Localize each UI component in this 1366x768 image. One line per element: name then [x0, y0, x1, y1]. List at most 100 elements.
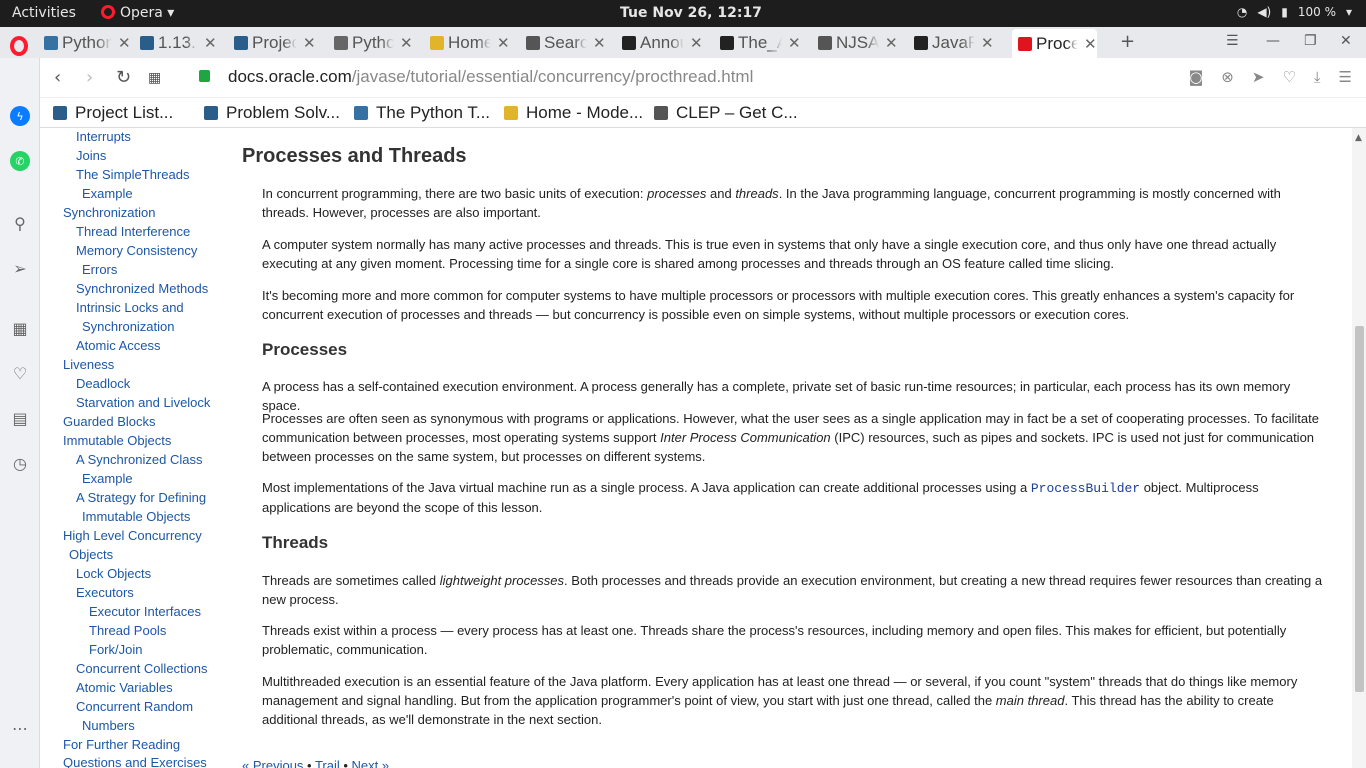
favicon-icon	[504, 106, 518, 120]
nav-link[interactable]: For Further Reading	[63, 737, 180, 752]
nav-link[interactable]: Intrinsic Locks and	[76, 300, 184, 315]
nav-link[interactable]: Deadlock	[76, 376, 130, 391]
camera-icon[interactable]: ◙	[1189, 68, 1204, 86]
bookmarks-icon[interactable]: ♡	[10, 363, 30, 383]
messenger-icon[interactable]: ϟ	[10, 106, 30, 126]
nav-link[interactable]: Numbers	[82, 718, 135, 733]
tab-9[interactable]: JavaF ✕	[914, 29, 994, 56]
nav-link[interactable]: Immutable Objects	[82, 509, 190, 524]
whatsapp-icon[interactable]: ✆	[10, 151, 30, 171]
nav-link[interactable]: Immutable Objects	[63, 433, 171, 448]
nav-link[interactable]: Atomic Variables	[76, 680, 173, 695]
speed-dial-icon[interactable]: ▦	[10, 318, 30, 338]
scroll-up-icon[interactable]: ▲	[1355, 133, 1362, 143]
clock[interactable]: Tue Nov 26, 12:17	[620, 5, 762, 21]
close-tab-icon[interactable]: ✕	[303, 34, 316, 52]
nav-link[interactable]: Memory Consistency	[76, 243, 197, 258]
nav-link[interactable]: Lock Objects	[76, 566, 151, 581]
nav-link[interactable]: Liveness	[63, 357, 114, 372]
nav-link[interactable]: Joins	[76, 148, 106, 163]
menu-icon[interactable]: ☰	[1339, 68, 1352, 86]
nav-link[interactable]: Thread Pools	[89, 623, 166, 638]
nav-link[interactable]: Interrupts	[76, 129, 131, 144]
close-tab-icon[interactable]: ✕	[788, 34, 801, 52]
nav-link[interactable]: A Strategy for Defining	[76, 490, 206, 505]
nav-link[interactable]: Atomic Access	[76, 338, 161, 353]
tab-5[interactable]: Search✕	[526, 29, 606, 56]
close-tab-icon[interactable]: ✕	[118, 34, 131, 52]
tab-10[interactable]: Proce ✕	[1012, 29, 1097, 58]
close-tab-icon[interactable]: ✕	[1084, 35, 1097, 53]
app-menu[interactable]: Opera ▾	[101, 5, 174, 21]
bookmark-item[interactable]: Project List...	[53, 103, 173, 123]
send-icon[interactable]: ➤	[1252, 68, 1265, 86]
nav-link[interactable]: Errors	[82, 262, 117, 277]
previous-link[interactable]: « Previous	[242, 758, 303, 768]
nav-link[interactable]: Synchronized Methods	[76, 281, 208, 296]
close-tab-icon[interactable]: ✕	[497, 34, 510, 52]
close-tab-icon[interactable]: ✕	[204, 34, 217, 52]
url-field[interactable]: docs.oracle.com/javase/tutorial/essentia…	[228, 67, 753, 87]
history-icon[interactable]: ◷	[10, 453, 30, 473]
lock-icon[interactable]	[199, 70, 210, 82]
nav-link[interactable]: Questions and Exercises	[63, 755, 207, 768]
close-tab-icon[interactable]: ✕	[593, 34, 606, 52]
nav-link[interactable]: Synchronization	[63, 205, 156, 220]
bookmark-item[interactable]: Problem Solv...	[204, 103, 340, 123]
nav-link[interactable]: A Synchronized Class	[76, 452, 202, 467]
close-tab-icon[interactable]: ✕	[690, 34, 703, 52]
nav-link[interactable]: Synchronization	[82, 319, 175, 334]
bookmark-item[interactable]: The Python T...	[354, 103, 490, 123]
nav-link[interactable]: Concurrent Random	[76, 699, 193, 714]
tab-menu-icon[interactable]: ☰	[1226, 33, 1239, 49]
close-window-icon[interactable]: ✕	[1340, 33, 1352, 49]
nav-link[interactable]: Starvation and Livelock	[76, 395, 210, 410]
tab-3[interactable]: Python✕	[334, 29, 413, 56]
nav-link[interactable]: The SimpleThreads	[76, 167, 189, 182]
reload-icon[interactable]: ↻	[116, 67, 131, 88]
processbuilder-link[interactable]: ProcessBuilder	[1031, 481, 1140, 496]
nav-link[interactable]: Example	[82, 186, 133, 201]
close-tab-icon[interactable]: ✕	[981, 34, 994, 52]
more-icon[interactable]: ⋯	[10, 718, 30, 738]
system-tray[interactable]: ◔ ◀) ▮ 100 % ▾	[1237, 5, 1352, 19]
next-link[interactable]: Next »	[352, 758, 390, 768]
tab-1[interactable]: 1.13. C✕	[140, 29, 217, 56]
maximize-icon[interactable]: ❐	[1304, 33, 1317, 49]
nav-link[interactable]: Executors	[76, 585, 134, 600]
tab-0[interactable]: Python ✕	[44, 29, 131, 56]
trail-link[interactable]: Trail	[315, 758, 340, 768]
nav-link[interactable]: Example	[82, 471, 133, 486]
bookmark-item[interactable]: Home - Mode...	[504, 103, 643, 123]
new-tab-icon[interactable]: +	[1120, 31, 1135, 52]
adblock-icon[interactable]: ⊗	[1221, 68, 1234, 86]
nav-link[interactable]: Executor Interfaces	[89, 604, 201, 619]
bookmark-item[interactable]: CLEP – Get C...	[654, 103, 798, 123]
close-tab-icon[interactable]: ✕	[885, 34, 898, 52]
nav-link[interactable]: Guarded Blocks	[63, 414, 156, 429]
nav-link[interactable]: Objects	[69, 547, 113, 562]
forward-icon[interactable]: ›	[86, 67, 93, 88]
scrollbar[interactable]: ▲	[1352, 128, 1366, 768]
tab-6[interactable]: Annou✕	[622, 29, 703, 56]
nav-link[interactable]: Fork/Join	[89, 642, 142, 657]
close-tab-icon[interactable]: ✕	[400, 34, 413, 52]
download-icon[interactable]: ⤓	[1314, 68, 1321, 86]
speed-dial-icon[interactable]: ▦	[148, 70, 161, 86]
search-icon[interactable]: ⚲	[10, 213, 30, 233]
send-icon[interactable]: ➢	[10, 258, 30, 278]
heart-icon[interactable]: ♡	[1282, 68, 1295, 86]
minimize-icon[interactable]: —	[1266, 33, 1280, 49]
opera-menu-icon[interactable]	[10, 36, 28, 56]
nav-link[interactable]: Concurrent Collections	[76, 661, 208, 676]
news-icon[interactable]: ▤	[10, 408, 30, 428]
tab-4[interactable]: Home ✕	[430, 29, 510, 56]
activities-button[interactable]: Activities	[12, 5, 76, 21]
nav-link[interactable]: Thread Interference	[76, 224, 190, 239]
nav-link[interactable]: High Level Concurrency	[63, 528, 202, 543]
tab-7[interactable]: The_A✕	[720, 29, 801, 56]
back-icon[interactable]: ‹	[54, 67, 61, 88]
tab-2[interactable]: Project✕	[234, 29, 316, 56]
scrollbar-thumb[interactable]	[1355, 326, 1364, 692]
tab-8[interactable]: NJSA ✕	[818, 29, 898, 56]
